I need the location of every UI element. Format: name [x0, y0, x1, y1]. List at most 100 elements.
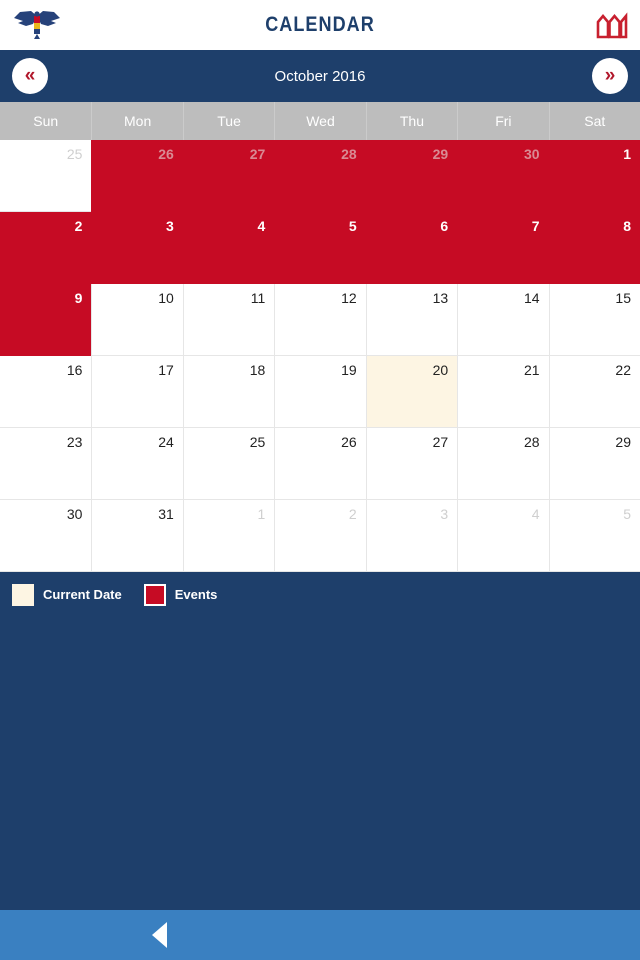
day-number: 29 — [432, 146, 449, 162]
day-cell[interactable]: 25 — [182, 428, 275, 500]
weekday-thu: Thu — [365, 102, 457, 140]
current-date-swatch — [12, 583, 34, 606]
legend-item-events: Events — [143, 583, 217, 606]
day-number: 1 — [623, 146, 631, 162]
chevron-left-double-icon: « — [24, 65, 36, 86]
day-number: 30 — [66, 506, 83, 522]
month-nav-bar: « October 2016 » — [0, 50, 640, 102]
weekday-fri: Fri — [457, 102, 548, 140]
day-number: 23 — [66, 434, 83, 450]
day-cell[interactable]: 2 — [0, 212, 92, 284]
day-cell[interactable]: 21 — [457, 356, 549, 428]
weekday-sun: Sun — [33, 113, 59, 129]
day-cell[interactable]: 16 — [0, 356, 92, 428]
day-number: 26 — [158, 146, 174, 162]
legend: Current Date Events — [0, 572, 640, 617]
prev-month-button[interactable]: « — [12, 58, 48, 94]
day-number: 19 — [341, 362, 357, 378]
day-cell[interactable]: 27 — [365, 428, 458, 500]
day-number: 20 — [432, 362, 449, 378]
day-number: 26 — [341, 434, 357, 450]
day-cell[interactable]: 7 — [457, 212, 549, 284]
day-cell[interactable]: 13 — [365, 284, 458, 356]
day-cell[interactable]: 23 — [0, 428, 92, 500]
day-cell[interactable]: 19 — [274, 356, 366, 428]
day-number: 28 — [523, 434, 540, 450]
day-cell[interactable]: 25 — [0, 140, 92, 212]
day-cell[interactable]: 26 — [274, 428, 366, 500]
day-number: 24 — [158, 434, 174, 450]
day-number: 3 — [440, 506, 449, 522]
day-number: 5 — [623, 506, 631, 522]
app-header: CALENDAR — [0, 0, 640, 50]
calendar-grid: 25 26 27 28 29 30 1 2 3 4 5 6 7 8 9 10 11 12 13 14 15 16 17 18 1… — [0, 140, 640, 572]
day-cell[interactable]: 27 — [182, 140, 275, 212]
weekday-wed: Wed — [274, 102, 365, 140]
weekday-mon: Mon — [91, 102, 182, 140]
month-label: October 2016 — [274, 67, 366, 85]
day-cell[interactable]: 20 — [365, 356, 458, 428]
day-number: 31 — [158, 506, 174, 522]
day-number: 3 — [166, 218, 174, 234]
day-cell[interactable]: 28 — [274, 140, 366, 212]
day-number: 5 — [348, 218, 357, 234]
day-cell[interactable]: 30 — [0, 500, 92, 572]
building-columns-icon[interactable] — [572, 5, 628, 45]
day-cell[interactable]: 1 — [548, 140, 640, 212]
day-cell[interactable]: 4 — [182, 212, 275, 284]
day-number: 10 — [158, 290, 174, 306]
day-cell[interactable]: 2 — [274, 500, 366, 572]
day-cell[interactable]: 9 — [0, 284, 92, 356]
day-cell[interactable]: 29 — [365, 140, 458, 212]
day-number: 4 — [531, 506, 540, 522]
weekday-tue: Tue — [182, 102, 274, 140]
day-number: 18 — [249, 362, 266, 378]
eagle-logo-icon — [12, 5, 68, 45]
day-cell[interactable]: 11 — [182, 284, 275, 356]
day-cell[interactable]: 3 — [365, 500, 458, 572]
day-cell[interactable]: 28 — [457, 428, 549, 500]
day-number: 16 — [66, 362, 83, 378]
day-number: 2 — [74, 218, 83, 234]
day-cell[interactable]: 3 — [91, 212, 183, 284]
day-cell[interactable]: 6 — [365, 212, 458, 284]
day-number: 11 — [250, 290, 266, 306]
day-cell[interactable]: 30 — [457, 140, 549, 212]
page-title: CALENDAR — [265, 13, 375, 36]
calendar-page: CALENDAR « October 2016 » Sun Mon Tue We… — [0, 0, 640, 960]
day-number: 15 — [615, 290, 631, 306]
day-cell[interactable]: 22 — [548, 356, 640, 428]
bottom-nav-bar[interactable] — [0, 908, 640, 960]
day-cell[interactable]: 5 — [274, 212, 366, 284]
day-number: 8 — [623, 218, 631, 234]
day-cell[interactable]: 17 — [91, 356, 183, 428]
day-cell[interactable]: 4 — [457, 500, 549, 572]
day-cell[interactable]: 12 — [274, 284, 366, 356]
day-number: 27 — [432, 434, 449, 450]
day-cell[interactable]: 5 — [548, 500, 640, 572]
day-cell[interactable]: 24 — [91, 428, 183, 500]
day-number: 4 — [257, 218, 266, 234]
day-cell[interactable]: 29 — [548, 428, 640, 500]
day-number: 28 — [341, 146, 357, 162]
weekday-header: Sun Mon Tue Wed Thu Fri Sat — [0, 102, 640, 140]
current-date-label: Current Date — [43, 587, 122, 602]
day-cell[interactable]: 15 — [548, 284, 640, 356]
day-cell[interactable]: 18 — [182, 356, 275, 428]
day-cell[interactable]: 26 — [91, 140, 183, 212]
day-number: 25 — [249, 434, 266, 450]
day-cell[interactable]: 10 — [91, 284, 183, 356]
back-triangle-icon[interactable] — [152, 922, 167, 948]
day-cell[interactable]: 31 — [91, 500, 183, 572]
day-number: 13 — [432, 290, 449, 306]
day-number: 12 — [341, 290, 357, 306]
day-number: 30 — [523, 146, 540, 162]
day-number: 25 — [66, 146, 83, 162]
content-filler — [0, 617, 640, 908]
day-cell[interactable]: 14 — [457, 284, 549, 356]
day-number: 17 — [158, 362, 174, 378]
next-month-button[interactable]: » — [592, 58, 628, 94]
weekday-sat: Sat — [548, 102, 640, 140]
day-cell[interactable]: 1 — [182, 500, 275, 572]
day-cell[interactable]: 8 — [548, 212, 640, 284]
